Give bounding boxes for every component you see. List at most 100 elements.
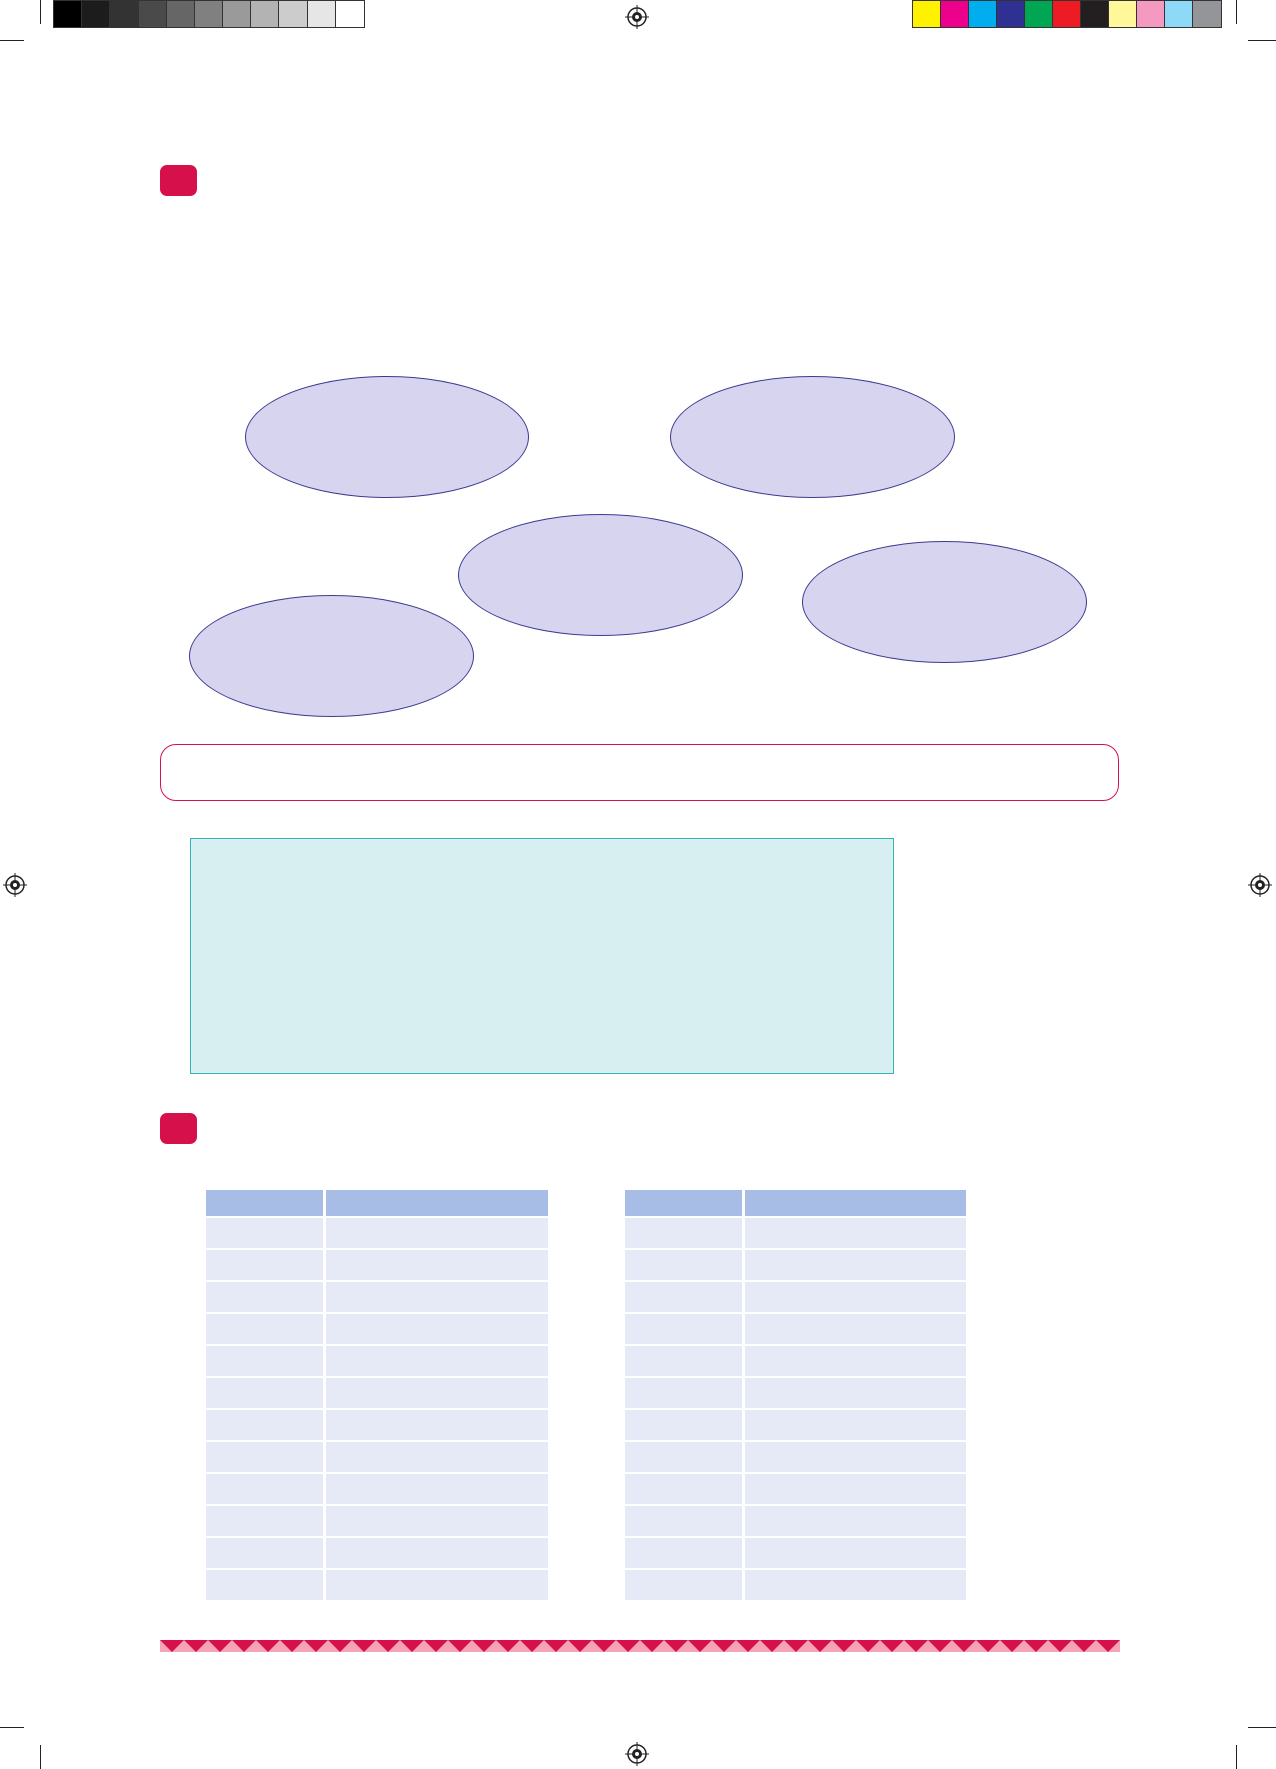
color-swatch [194, 1, 224, 27]
table-cell[interactable] [326, 1378, 548, 1410]
table-cell[interactable] [326, 1314, 548, 1346]
table-cell[interactable] [745, 1474, 966, 1506]
table-row [206, 1282, 548, 1314]
table-cell[interactable] [745, 1282, 966, 1314]
table-left [206, 1190, 548, 1602]
color-swatch [307, 1, 336, 27]
table-cell[interactable] [745, 1506, 966, 1538]
ellipse-top-left [245, 376, 529, 498]
table-row [625, 1314, 966, 1346]
table-cell[interactable] [745, 1250, 966, 1282]
table-cell[interactable] [745, 1442, 966, 1474]
color-swatch [138, 1, 167, 27]
table-cell[interactable] [326, 1506, 548, 1538]
table-cell[interactable] [206, 1442, 326, 1474]
color-swatch [1081, 1, 1109, 27]
table-cell[interactable] [625, 1250, 745, 1282]
table-cell[interactable] [326, 1410, 548, 1442]
table-cell[interactable] [326, 1250, 548, 1282]
table-cell[interactable] [326, 1538, 548, 1570]
answer-box[interactable] [160, 744, 1119, 801]
table-cell[interactable] [326, 1282, 548, 1314]
color-swatch [110, 1, 139, 27]
table-row [206, 1442, 548, 1474]
table-cell[interactable] [745, 1410, 966, 1442]
table-cell[interactable] [625, 1570, 745, 1602]
table-cell[interactable] [745, 1538, 966, 1570]
table-cell[interactable] [745, 1314, 966, 1346]
table-cell[interactable] [206, 1346, 326, 1378]
table-cell[interactable] [625, 1442, 745, 1474]
color-swatch [941, 1, 969, 27]
table-cell[interactable] [625, 1474, 745, 1506]
table-header-row [625, 1190, 966, 1218]
table-cell[interactable] [326, 1442, 548, 1474]
table-row [206, 1570, 548, 1602]
table-header-cell [326, 1190, 548, 1218]
color-swatch [54, 1, 83, 27]
table-row [206, 1378, 548, 1410]
table-row [625, 1538, 966, 1570]
activity-2-marker [160, 1113, 197, 1144]
color-swatch [166, 1, 195, 27]
ellipse-middle [458, 514, 743, 636]
table-row [206, 1250, 548, 1282]
table-row [206, 1538, 548, 1570]
table-cell[interactable] [625, 1346, 745, 1378]
color-swatch [279, 1, 308, 27]
table-header-cell [745, 1190, 966, 1218]
decorative-zigzag-border [160, 1640, 1120, 1652]
table-cell[interactable] [745, 1346, 966, 1378]
table-row [625, 1410, 966, 1442]
table-row [206, 1346, 548, 1378]
table-cell[interactable] [625, 1410, 745, 1442]
ellipse-bottom-left [189, 595, 474, 717]
color-swatch [1025, 1, 1053, 27]
color-swatch [997, 1, 1025, 27]
table-cell[interactable] [206, 1378, 326, 1410]
activity-1-marker [160, 165, 197, 196]
table-cell[interactable] [206, 1474, 326, 1506]
registration-mark-icon [3, 873, 27, 897]
table-cell[interactable] [206, 1282, 326, 1314]
table-row [206, 1314, 548, 1346]
table-header-cell [206, 1190, 326, 1218]
table-cell[interactable] [326, 1474, 548, 1506]
table-cell[interactable] [326, 1218, 548, 1250]
color-swatch [335, 1, 364, 27]
table-header-cell [625, 1190, 745, 1218]
table-cell[interactable] [625, 1314, 745, 1346]
table-cell[interactable] [326, 1570, 548, 1602]
registration-mark-icon [1248, 873, 1272, 897]
table-cell[interactable] [206, 1538, 326, 1570]
table-cell[interactable] [625, 1378, 745, 1410]
table-cell[interactable] [745, 1218, 966, 1250]
table-cell[interactable] [745, 1570, 966, 1602]
color-swatch [82, 1, 111, 27]
table-row [625, 1442, 966, 1474]
color-swatch [1165, 1, 1193, 27]
table-row [206, 1218, 548, 1250]
table-cell[interactable] [625, 1538, 745, 1570]
table-cell[interactable] [206, 1314, 326, 1346]
color-swatch [251, 1, 280, 27]
table-cell[interactable] [206, 1218, 326, 1250]
color-swatch [223, 1, 252, 27]
ellipse-top-right [670, 376, 955, 498]
ellipse-right [802, 541, 1087, 663]
table-cell[interactable] [625, 1282, 745, 1314]
table-cell[interactable] [206, 1570, 326, 1602]
info-box [190, 838, 894, 1074]
table-cell[interactable] [206, 1410, 326, 1442]
table-cell[interactable] [745, 1378, 966, 1410]
table-cell[interactable] [206, 1506, 326, 1538]
table-row [625, 1218, 966, 1250]
table-cell[interactable] [326, 1346, 548, 1378]
table-cell[interactable] [625, 1218, 745, 1250]
registration-mark-icon [625, 1742, 649, 1766]
table-row [625, 1378, 966, 1410]
table-row [625, 1282, 966, 1314]
table-cell[interactable] [625, 1506, 745, 1538]
color-calibration-bar [912, 0, 1222, 28]
table-cell[interactable] [206, 1250, 326, 1282]
